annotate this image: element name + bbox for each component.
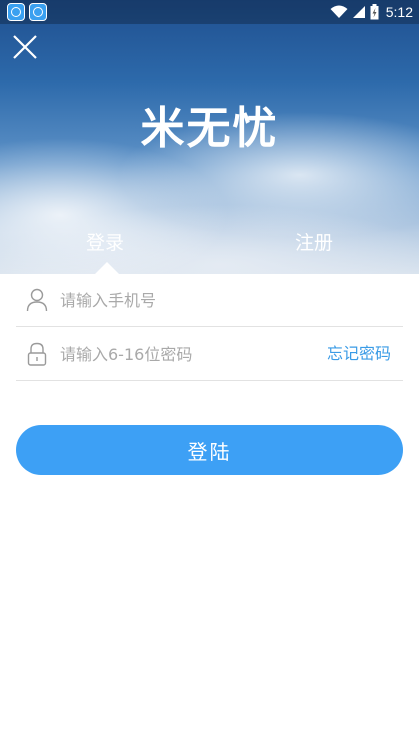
wifi-icon [330, 5, 348, 18]
battery-icon [370, 4, 379, 20]
signal-icon [352, 6, 365, 18]
user-icon [26, 288, 48, 312]
app-notification-icon [29, 3, 47, 21]
lock-icon [27, 342, 47, 366]
app-notification-icon [7, 3, 25, 21]
phone-row [16, 274, 403, 327]
forgot-password-link[interactable]: 忘记密码 [327, 328, 391, 380]
tab-register[interactable]: 注册 [295, 228, 333, 255]
status-bar: 5:12 [0, 0, 419, 24]
status-bar-right: 5:12 [330, 0, 413, 24]
phone-input[interactable] [60, 274, 310, 326]
tab-login[interactable]: 登录 [86, 228, 124, 255]
app-title: 米无忧 [140, 103, 279, 154]
close-icon [13, 35, 37, 59]
status-time: 5:12 [385, 4, 413, 20]
header-background: 5:12 米无忧 登录 注册 [0, 0, 419, 274]
login-button[interactable]: 登陆 [16, 425, 403, 475]
close-button[interactable] [10, 32, 40, 62]
active-tab-indicator [95, 262, 119, 274]
password-row: 忘记密码 [16, 328, 403, 381]
password-input[interactable] [60, 328, 310, 380]
